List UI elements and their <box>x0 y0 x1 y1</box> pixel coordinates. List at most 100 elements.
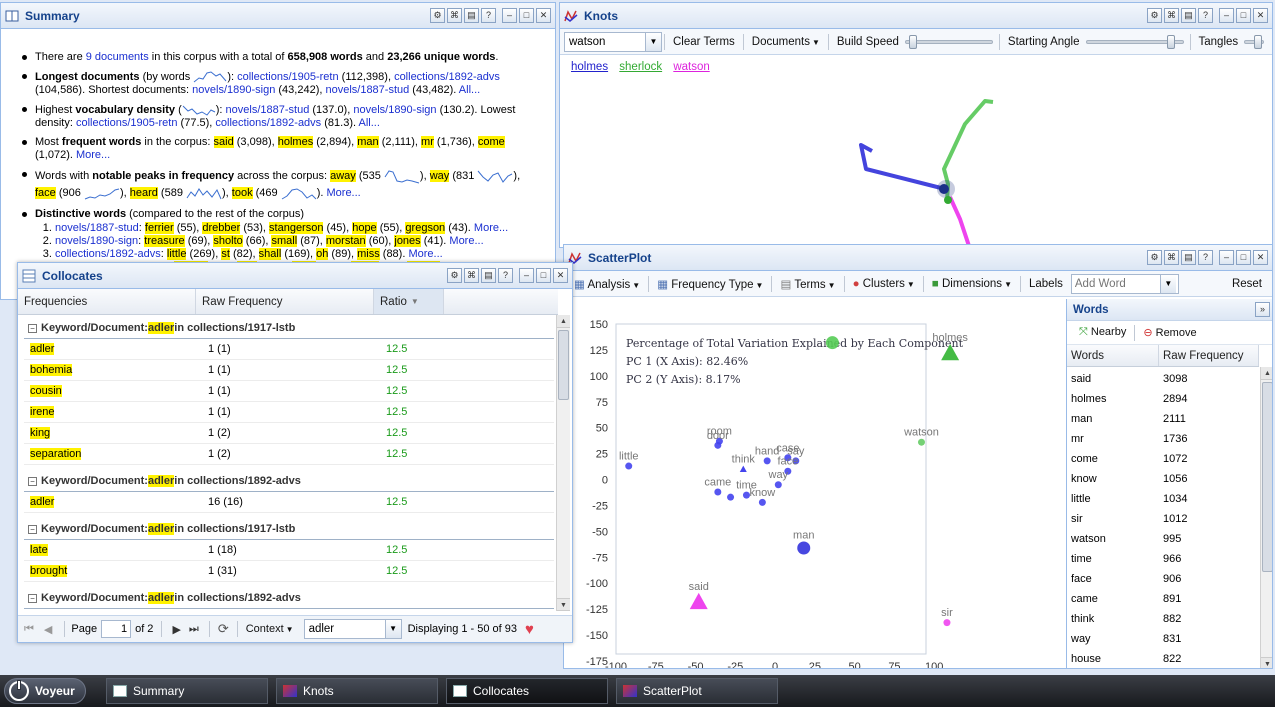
gear-icon[interactable]: ⚙ <box>1147 8 1162 23</box>
all-link[interactable]: All... <box>358 117 379 129</box>
group-header[interactable]: − Keyword/Document: adler in collections/… <box>24 588 554 609</box>
table-row[interactable]: bohemia 1 (1) 12.5 <box>24 360 554 381</box>
group-header[interactable]: − Keyword/Document: adler in collections/… <box>24 471 554 492</box>
gear-icon[interactable]: ⚙ <box>430 8 445 23</box>
term-sherlock[interactable]: sherlock <box>619 61 662 73</box>
doc-link[interactable]: collections/1905-retn <box>237 71 339 83</box>
table-row[interactable]: late 1 (18) 12.5 <box>24 540 554 561</box>
list-item[interactable]: know 1056 <box>1067 469 1259 489</box>
add-word-combo[interactable]: ▼ <box>1070 273 1179 294</box>
word-link[interactable]: hope <box>352 222 377 234</box>
doc-link[interactable]: collections/1905-retn <box>76 117 178 129</box>
gear-icon[interactable]: ⚙ <box>1147 250 1162 265</box>
word-link[interactable]: come <box>477 136 505 148</box>
all-link[interactable]: All... <box>459 84 480 96</box>
start-button[interactable]: Voyeur <box>4 678 86 704</box>
chevron-down-icon[interactable]: ▼ <box>645 32 661 51</box>
collapse-icon[interactable]: − <box>28 593 37 603</box>
minimize-button[interactable]: – <box>1219 250 1234 265</box>
minimize-button[interactable]: – <box>1219 8 1234 23</box>
add-word-input[interactable] <box>1071 277 1160 290</box>
scatter-point[interactable] <box>727 493 735 501</box>
table-row[interactable]: adler 16 (16) 12.5 <box>24 492 554 513</box>
task-collocates[interactable]: Collocates <box>446 678 608 704</box>
keyword-combo[interactable]: adler ▼ <box>303 619 402 639</box>
clusters-menu[interactable]: ● Clusters ▼ <box>847 276 921 292</box>
list-item[interactable]: time 966 <box>1067 549 1259 569</box>
doc-link[interactable]: novels/1887-stud <box>55 222 139 234</box>
first-page-icon[interactable]: ⏮ <box>24 623 34 636</box>
col-raw-frequency[interactable]: Raw Frequency <box>196 289 374 314</box>
scroll-up-icon[interactable]: ▲ <box>557 315 570 328</box>
context-menu[interactable]: Context ▼ <box>240 621 300 637</box>
list-item[interactable]: come 1072 <box>1067 449 1259 469</box>
starting-angle-slider[interactable] <box>1085 34 1184 49</box>
group-header[interactable]: − Keyword/Document: adler in collections/… <box>24 519 554 540</box>
help-icon[interactable]: ? <box>1198 250 1213 265</box>
knots-canvas[interactable] <box>560 79 1273 248</box>
word-link[interactable]: sholto <box>213 235 243 247</box>
collapse-icon[interactable]: » <box>1255 302 1270 317</box>
next-page-icon[interactable]: ▶ <box>172 623 180 636</box>
scatter-point[interactable] <box>625 462 633 470</box>
word-link[interactable]: jones <box>394 235 421 247</box>
more-link[interactable]: More... <box>449 235 483 247</box>
doc-link[interactable]: collections/1892-advs <box>55 248 161 260</box>
list-item[interactable]: man 2111 <box>1067 409 1259 429</box>
task-knots[interactable]: Knots <box>276 678 438 704</box>
remove-button[interactable]: ⊖ Remove <box>1137 324 1202 341</box>
save-icon[interactable]: ▤ <box>1181 250 1196 265</box>
save-icon[interactable]: ▤ <box>481 268 496 283</box>
word-link[interactable]: stangerson <box>269 222 324 234</box>
refresh-icon[interactable]: ⟳ <box>218 621 229 637</box>
documents-menu[interactable]: Documents ▼ <box>746 34 826 50</box>
minimize-button[interactable]: – <box>502 8 517 23</box>
word-link[interactable]: man <box>357 136 379 148</box>
table-row[interactable]: cousin 1 (1) 12.5 <box>24 381 554 402</box>
scroll-down-icon[interactable]: ▼ <box>557 598 570 611</box>
collapse-icon[interactable]: − <box>28 323 37 333</box>
maximize-button[interactable]: □ <box>1236 250 1251 265</box>
documents-link[interactable]: 9 documents <box>86 51 149 63</box>
close-button[interactable]: ✕ <box>553 268 568 283</box>
maximize-button[interactable]: □ <box>536 268 551 283</box>
list-item[interactable]: came 891 <box>1067 589 1259 609</box>
binoculars-icon[interactable]: ⌘ <box>447 8 462 23</box>
gear-icon[interactable]: ⚙ <box>447 268 462 283</box>
doc-link[interactable]: novels/1887-stud <box>226 104 310 116</box>
table-row[interactable]: irene 1 (1) 12.5 <box>24 402 554 423</box>
scatter-point[interactable] <box>774 481 782 489</box>
list-item[interactable]: face 906 <box>1067 569 1259 589</box>
more-link[interactable]: More... <box>474 222 508 234</box>
scatter-point[interactable] <box>714 441 722 449</box>
word-link[interactable]: oh <box>316 248 329 260</box>
scatter-point[interactable] <box>797 541 811 555</box>
clear-terms-button[interactable]: Clear Terms <box>667 34 741 50</box>
collocates-scrollbar[interactable]: ▲ ▼ <box>556 315 570 611</box>
frequency-type-menu[interactable]: ▦ Frequency Type ▼ <box>651 275 769 293</box>
more-link[interactable]: More... <box>327 187 361 199</box>
col-ratio[interactable]: Ratio ▼ <box>374 289 444 314</box>
collapse-icon[interactable]: − <box>28 524 37 534</box>
word-link[interactable]: took <box>231 187 253 199</box>
slider-thumb[interactable] <box>1167 34 1176 49</box>
word-link[interactable]: st <box>221 248 230 260</box>
table-row[interactable]: king 1 (2) 12.5 <box>24 423 554 444</box>
dimensions-menu[interactable]: ■ Dimensions ▼ <box>926 276 1018 292</box>
binoculars-icon[interactable]: ⌘ <box>1164 250 1179 265</box>
maximize-button[interactable]: □ <box>1236 8 1251 23</box>
page-input[interactable] <box>101 620 132 638</box>
help-icon[interactable]: ? <box>498 268 513 283</box>
doc-link[interactable]: novels/1890-sign <box>55 235 138 247</box>
doc-link[interactable]: novels/1890-sign <box>353 104 436 116</box>
list-item[interactable]: little 1034 <box>1067 489 1259 509</box>
scatter-point[interactable] <box>917 438 925 446</box>
terms-menu[interactable]: ▤ Terms ▼ <box>774 275 841 293</box>
heart-icon[interactable]: ♥ <box>525 621 534 638</box>
binoculars-icon[interactable]: ⌘ <box>1164 8 1179 23</box>
collocates-titlebar[interactable]: Collocates ⚙ ⌘ ▤? – □ ✕ <box>18 263 572 289</box>
doc-link[interactable]: novels/1890-sign <box>192 84 275 96</box>
word-link[interactable]: said <box>213 136 234 148</box>
reset-button[interactable]: Reset <box>1226 276 1268 292</box>
col-frequencies[interactable]: Frequencies <box>18 289 196 314</box>
